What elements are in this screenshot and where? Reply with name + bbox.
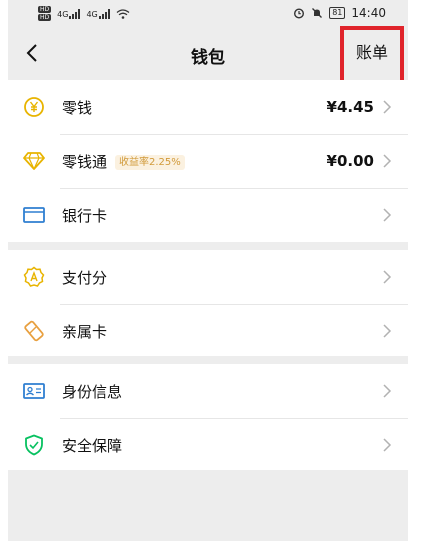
row-change[interactable]: 零钱 ¥4.45 bbox=[8, 80, 408, 134]
chevron-right-icon bbox=[383, 270, 392, 284]
identity-label: 身份信息 bbox=[62, 382, 123, 401]
credit-group: 支付分 亲属卡 bbox=[8, 250, 408, 356]
mute-icon bbox=[312, 8, 323, 18]
hd-icon: HD HD bbox=[38, 6, 52, 21]
id-card-icon bbox=[22, 379, 46, 403]
bill-button[interactable]: 账单 bbox=[340, 26, 404, 88]
row-family-card[interactable]: 亲属卡 bbox=[8, 304, 408, 358]
row-bank-card[interactable]: 银行卡 bbox=[8, 188, 408, 242]
chevron-right-icon bbox=[383, 208, 392, 222]
account-group: 身份信息 安全保障 bbox=[8, 364, 408, 470]
network-type-1: 4G bbox=[57, 9, 69, 19]
change-label: 零钱 bbox=[62, 98, 93, 117]
wifi-icon bbox=[116, 8, 130, 19]
family-card-icon bbox=[22, 319, 46, 343]
pay-score-label: 支付分 bbox=[62, 268, 108, 287]
family-card-label: 亲属卡 bbox=[62, 322, 108, 341]
security-label: 安全保障 bbox=[62, 436, 123, 455]
chevron-right-icon bbox=[383, 154, 392, 168]
bank-card-label: 银行卡 bbox=[62, 206, 108, 225]
row-pay-score[interactable]: 支付分 bbox=[8, 250, 408, 304]
chevron-right-icon bbox=[383, 100, 392, 114]
score-badge-icon bbox=[22, 265, 46, 289]
yield-badge: 收益率2.25% bbox=[115, 154, 185, 170]
status-left: HD HD 4G 4G bbox=[38, 6, 130, 21]
network-type-2: 4G bbox=[86, 9, 98, 19]
chevron-right-icon bbox=[383, 324, 392, 338]
signal-icon-2: 4G bbox=[86, 8, 110, 19]
shield-check-icon bbox=[22, 433, 46, 457]
diamond-icon bbox=[22, 149, 46, 173]
status-bar: HD HD 4G 4G 81 14:40 bbox=[8, 0, 408, 28]
change-plus-value: ¥0.00 bbox=[326, 152, 374, 170]
status-right: 81 14:40 bbox=[293, 6, 386, 20]
bill-button-label: 账单 bbox=[355, 43, 388, 62]
yen-coin-icon bbox=[22, 95, 46, 119]
alarm-icon bbox=[294, 8, 305, 19]
row-change-plus[interactable]: 零钱通 收益率2.25% ¥0.00 bbox=[8, 134, 408, 188]
clock: 14:40 bbox=[351, 6, 386, 20]
balance-group: 零钱 ¥4.45 零钱通 收益率2.25% ¥0.00 银行卡 bbox=[8, 80, 408, 242]
row-identity[interactable]: 身份信息 bbox=[8, 364, 408, 418]
wallet-screen: HD HD 4G 4G 81 14:40 钱包 账单 零钱 ¥4.45 零钱通 … bbox=[8, 0, 408, 541]
battery-icon: 81 bbox=[329, 7, 346, 19]
row-security[interactable]: 安全保障 bbox=[8, 418, 408, 472]
change-plus-label: 零钱通 收益率2.25% bbox=[62, 151, 185, 172]
signal-icon: 4G bbox=[57, 8, 81, 19]
bank-card-icon bbox=[22, 203, 46, 227]
chevron-right-icon bbox=[383, 384, 392, 398]
chevron-right-icon bbox=[383, 438, 392, 452]
change-value: ¥4.45 bbox=[326, 98, 374, 116]
change-plus-title: 零钱通 bbox=[62, 152, 108, 171]
